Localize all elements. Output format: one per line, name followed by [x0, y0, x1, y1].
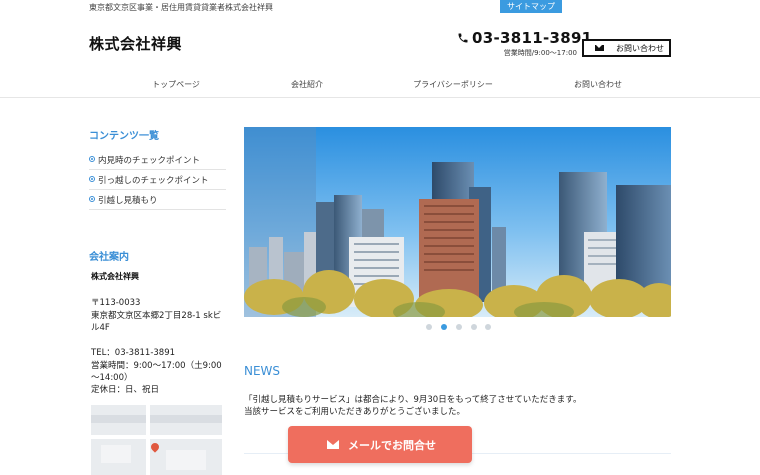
- sidebar-item-moving-checkpoints[interactable]: 引っ越しのチェックポイント: [89, 170, 226, 190]
- sidebar-item-moving-estimate[interactable]: 引越し見積もり: [89, 190, 226, 210]
- company-name: 株式会社祥興: [91, 272, 139, 281]
- contents-heading: コンテンツ一覧: [89, 131, 159, 142]
- nav-item-top[interactable]: トップページ: [152, 79, 200, 90]
- sidebar-item-label: 引越し見積もり: [98, 196, 158, 206]
- company-hours-1: 営業時間：9:00～17:00（土9:00: [91, 361, 222, 371]
- bullet-icon: [89, 176, 95, 182]
- sidebar-item-viewing-checkpoints[interactable]: 内見時のチェックポイント: [89, 150, 226, 170]
- hero-slider-image[interactable]: [244, 127, 671, 317]
- nav-item-privacy[interactable]: プライバシーポリシー: [413, 79, 493, 90]
- envelope-icon: [327, 440, 339, 449]
- sidebar-item-label: 引っ越しのチェックポイント: [98, 176, 209, 186]
- mail-icon: [595, 45, 604, 51]
- business-hours: 営業時間/9:00～17:00: [503, 49, 577, 57]
- news-item-text: 当該サービスをご利用いただきありがとうございました。: [244, 407, 466, 417]
- bullet-icon: [89, 156, 95, 162]
- slider-dot[interactable]: [471, 324, 477, 330]
- map-pin-icon: [149, 441, 161, 453]
- company-info-heading: 会社案内: [89, 252, 129, 263]
- news-heading: NEWS: [244, 364, 281, 378]
- site-logo[interactable]: 株式会社祥興: [89, 33, 182, 54]
- map-road: [91, 415, 222, 423]
- site-tagline: 東京都文京区事業・居住用賃貸貸業者株式会社祥興: [89, 3, 273, 12]
- map-road: [91, 435, 222, 439]
- company-holiday: 定休日：日、祝日: [91, 385, 160, 395]
- sitemap-button[interactable]: サイトマップ: [500, 0, 562, 13]
- map-block: [166, 450, 206, 470]
- map-road: [146, 405, 150, 475]
- slider-dot[interactable]: [485, 324, 491, 330]
- news-item-text: 「引越し見積もりサービス」は都合により、9月30日をもって終了させていただきます…: [244, 395, 582, 405]
- bullet-icon: [89, 196, 95, 202]
- mail-inquiry-label: メールでお問合せ: [348, 439, 436, 452]
- contact-button-label: お問い合わせ: [616, 44, 664, 53]
- slider-dot[interactable]: [456, 324, 462, 330]
- postal-code: 〒113-0033: [91, 298, 141, 308]
- nav-item-company[interactable]: 会社紹介: [291, 79, 323, 90]
- address-line-1: 東京都文京区本郷2丁目28-1 skビ: [91, 311, 222, 321]
- city-skyline-image: [244, 127, 671, 317]
- slider-dot-active[interactable]: [441, 324, 447, 330]
- phone-icon: [458, 33, 468, 43]
- top-bar: 東京都文京区事業・居住用賃貸貸業者株式会社祥興 サイトマップ: [0, 0, 760, 14]
- sidebar-item-label: 内見時のチェックポイント: [98, 156, 201, 166]
- slider-dot[interactable]: [426, 324, 432, 330]
- slider-pagination: [424, 324, 494, 332]
- phone-block: 03-3811-3891 営業時間/9:00～17:00: [457, 29, 592, 59]
- company-tel: TEL：03-3811-3891: [91, 348, 176, 358]
- mail-inquiry-button[interactable]: メールでお問合せ: [288, 426, 472, 463]
- company-hours-2: ～14:00）: [91, 373, 133, 383]
- embedded-map[interactable]: [91, 405, 222, 475]
- contents-list: 内見時のチェックポイント 引っ越しのチェックポイント 引越し見積もり: [89, 150, 226, 210]
- phone-number: 03-3811-3891: [472, 29, 593, 47]
- global-nav: トップページ 会社紹介 プライバシーポリシー お問い合わせ: [0, 72, 760, 98]
- address-line-2: ル4F: [91, 323, 110, 333]
- contact-button[interactable]: お問い合わせ: [582, 39, 671, 57]
- nav-item-contact[interactable]: お問い合わせ: [574, 79, 622, 90]
- map-block: [101, 445, 131, 463]
